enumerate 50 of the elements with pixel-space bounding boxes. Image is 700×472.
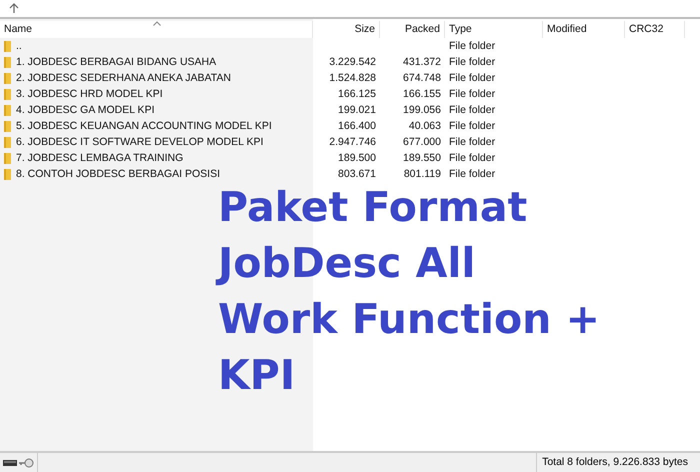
file-name[interactable]: 3. JOBDESC HRD MODEL KPI xyxy=(16,86,163,102)
table-cell-text: File folder xyxy=(449,119,496,134)
folder-icon xyxy=(4,72,11,84)
table-cell-text: 166.155 xyxy=(403,87,441,102)
sort-caret-icon xyxy=(153,21,161,26)
table-cell-text: File folder xyxy=(449,39,496,54)
folder-icon xyxy=(4,88,11,100)
table-cell-text: 677.000 xyxy=(403,135,441,150)
folder-icon xyxy=(4,152,11,164)
column-header[interactable]: Name xyxy=(0,21,313,38)
file-name[interactable]: 6. JOBDESC IT SOFTWARE DEVELOP MODEL KPI xyxy=(16,134,264,150)
table-cell-text: 166.125 xyxy=(338,87,376,102)
table-cell-text: File folder xyxy=(449,151,496,166)
overlay-title: Paket Format JobDesc All Work Function + KPI xyxy=(218,179,600,403)
table-cell-text: 674.748 xyxy=(403,71,441,86)
table-cell-text: 189.500 xyxy=(338,151,376,166)
table-cell-text: File folder xyxy=(449,167,496,182)
table-cell-text: File folder xyxy=(449,135,496,150)
folder-icon xyxy=(4,56,11,68)
status-text: Total 8 folders, 9.226.833 bytes xyxy=(536,453,700,472)
folder-icon xyxy=(4,120,11,132)
table-cell-text: 2.947.746 xyxy=(329,135,376,150)
file-name[interactable]: 1. JOBDESC BERBAGAI BIDANG USAHA xyxy=(16,54,216,70)
folder-icon xyxy=(4,40,11,52)
table-cell-text: File folder xyxy=(449,55,496,70)
drive-icon xyxy=(3,458,17,466)
file-name[interactable]: 8. CONTOH JOBDESC BERBAGAI POSISI xyxy=(16,166,220,182)
table-cell-text: File folder xyxy=(449,71,496,86)
table-cell-text: 166.400 xyxy=(338,119,376,134)
table-cell-text: 1.524.828 xyxy=(329,71,376,86)
table-cell-text: 199.056 xyxy=(403,103,441,118)
file-name[interactable]: .. xyxy=(16,38,22,54)
table-cell-text: 801.119 xyxy=(404,167,441,182)
file-name[interactable]: 5. JOBDESC KEUANGAN ACCOUNTING MODEL KPI xyxy=(16,118,272,134)
folder-icon xyxy=(4,136,11,148)
folder-icon xyxy=(4,104,11,116)
table-cell-text: 189.550 xyxy=(403,151,441,166)
table-cell-text: 199.021 xyxy=(338,103,376,118)
file-name[interactable]: 2. JOBDESC SEDERHANA ANEKA JABATAN xyxy=(16,70,231,86)
file-name[interactable]: 7. JOBDESC LEMBAGA TRAINING xyxy=(16,150,184,166)
up-arrow-icon[interactable] xyxy=(9,3,19,14)
table-cell-text: 803.671 xyxy=(338,167,376,182)
folder-icon xyxy=(4,168,11,180)
table-cell-text: File folder xyxy=(449,87,496,102)
table-cell-text: 40.063 xyxy=(408,119,441,134)
key-icon xyxy=(18,458,34,468)
table-cell-text: 3.229.542 xyxy=(329,55,376,70)
table-cell-text: File folder xyxy=(449,103,496,118)
file-name[interactable]: 4. JOBDESC GA MODEL KPI xyxy=(16,102,154,118)
table-cell-text: 431.372 xyxy=(403,55,441,70)
